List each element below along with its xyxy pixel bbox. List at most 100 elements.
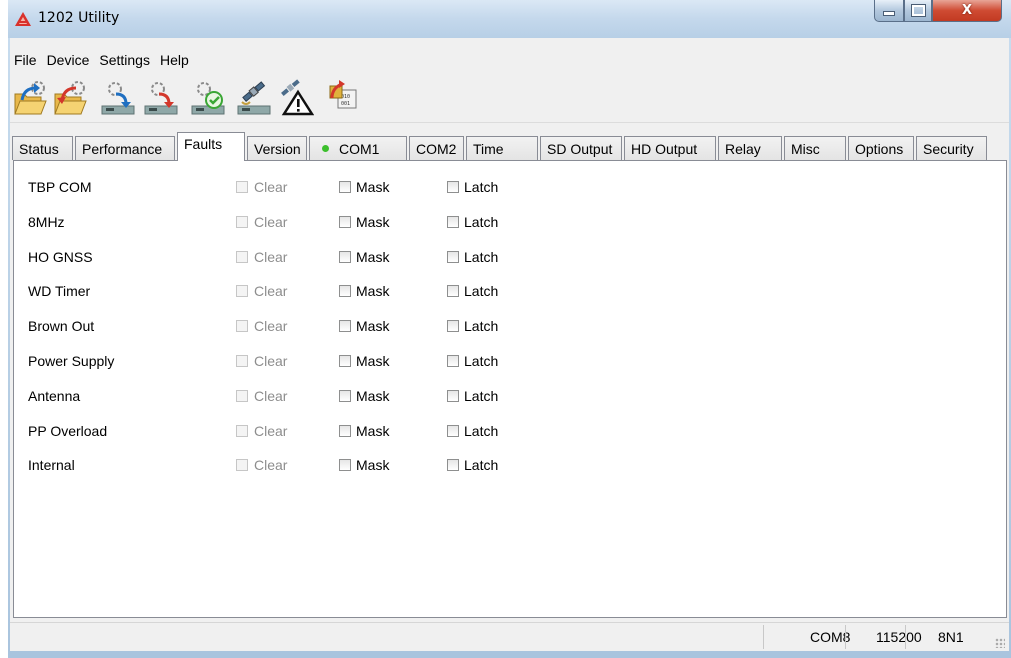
- window-title: 1202 Utility: [38, 10, 120, 26]
- tab-faults[interactable]: Faults: [177, 132, 245, 161]
- tab-version[interactable]: Version: [247, 136, 307, 160]
- clear-checkbox[interactable]: [236, 285, 248, 298]
- clear-checkbox[interactable]: [236, 181, 248, 193]
- tab-status[interactable]: Status: [12, 136, 73, 160]
- latch-checkbox[interactable]: [447, 285, 459, 298]
- fault-row: Internal Clear Mask Latch: [14, 455, 614, 475]
- fault-label: WD Timer: [28, 283, 91, 300]
- mask-label: Mask: [356, 387, 390, 404]
- minimize-icon: [883, 11, 895, 16]
- close-button[interactable]: X: [932, 0, 1002, 22]
- latch-label: Latch: [464, 248, 499, 265]
- tab-security[interactable]: Security: [916, 136, 987, 160]
- tab-hd-output[interactable]: HD Output: [624, 136, 716, 160]
- fault-row: 8MHz Clear Mask Latch: [14, 212, 614, 232]
- tab-options[interactable]: Options: [848, 136, 914, 160]
- mask-label: Mask: [356, 318, 390, 335]
- latch-checkbox[interactable]: [447, 181, 459, 193]
- save-config-icon[interactable]: [52, 78, 88, 116]
- clear-label: Clear: [254, 387, 288, 404]
- fault-label: Internal: [28, 457, 75, 474]
- latch-checkbox[interactable]: [447, 389, 459, 402]
- fault-label: Antenna: [28, 387, 81, 404]
- mask-checkbox[interactable]: [339, 285, 351, 298]
- status-baud-segment: 115200: [845, 625, 922, 649]
- fault-label: HO GNSS: [28, 248, 93, 265]
- clear-checkbox[interactable]: [236, 250, 248, 263]
- tab-time[interactable]: Time: [466, 136, 538, 160]
- mask-checkbox[interactable]: [339, 459, 351, 472]
- mask-checkbox[interactable]: [339, 355, 351, 367]
- latch-checkbox[interactable]: [447, 320, 459, 333]
- menu-settings[interactable]: Settings: [94, 50, 155, 70]
- tab-sd-output[interactable]: SD Output: [540, 136, 622, 160]
- latch-checkbox[interactable]: [447, 215, 459, 228]
- clear-checkbox[interactable]: [236, 459, 248, 472]
- clear-checkbox[interactable]: [236, 215, 248, 228]
- firmware-update-icon[interactable]: 010 001: [326, 78, 362, 116]
- menu-file[interactable]: File: [10, 50, 42, 70]
- close-icon: X: [961, 3, 973, 18]
- fault-label: PP Overload: [28, 422, 108, 439]
- clear-checkbox[interactable]: [236, 389, 248, 402]
- application-window: 1202 Utility X File Device Settings Help: [8, 0, 1011, 658]
- mask-label: Mask: [356, 353, 390, 369]
- faults-panel: TBP COM Clear Mask Latch 8MHz Clear Mask Latch H…: [13, 160, 1007, 618]
- latch-checkbox[interactable]: [447, 250, 459, 263]
- clear-label: Clear: [254, 422, 288, 439]
- app-logo-icon: [15, 12, 31, 26]
- minimize-button[interactable]: [874, 0, 904, 22]
- fault-label: TBP COM: [28, 179, 92, 195]
- tab-com1[interactable]: COM1: [309, 136, 407, 160]
- resize-grip[interactable]: [995, 638, 1005, 648]
- mask-label: Mask: [356, 422, 390, 439]
- tab-relay[interactable]: Relay: [718, 136, 782, 160]
- title-bar[interactable]: 1202 Utility X: [8, 0, 1011, 38]
- mask-checkbox[interactable]: [339, 250, 351, 263]
- clear-label: Clear: [254, 283, 288, 300]
- clear-checkbox[interactable]: [236, 424, 248, 437]
- latch-checkbox[interactable]: [447, 355, 459, 367]
- clear-checkbox[interactable]: [236, 320, 248, 333]
- mask-checkbox[interactable]: [339, 424, 351, 437]
- menu-help[interactable]: Help: [155, 50, 194, 70]
- maximize-button[interactable]: [904, 0, 932, 22]
- tab-performance[interactable]: Performance: [75, 136, 175, 160]
- read-device-icon[interactable]: [100, 78, 136, 116]
- fault-row: Antenna Clear Mask Latch: [14, 386, 614, 406]
- latch-label: Latch: [464, 318, 499, 335]
- maximize-icon: [910, 4, 926, 17]
- fault-row: HO GNSS Clear Mask Latch: [14, 247, 614, 267]
- tab-misc[interactable]: Misc: [784, 136, 846, 160]
- clear-checkbox[interactable]: [236, 355, 248, 367]
- gnss-warning-icon[interactable]: [278, 78, 315, 116]
- write-device-icon[interactable]: [143, 78, 179, 116]
- latch-label: Latch: [464, 387, 499, 404]
- mask-checkbox[interactable]: [339, 389, 351, 402]
- toolbar: 010 001: [10, 74, 1009, 123]
- clear-label: Clear: [254, 179, 288, 195]
- com1-status-indicator: [322, 145, 329, 152]
- clear-label: Clear: [254, 248, 288, 265]
- clear-label: Clear: [254, 353, 288, 369]
- mask-checkbox[interactable]: [339, 215, 351, 228]
- status-format-segment: 8N1: [905, 625, 996, 649]
- clear-label: Clear: [254, 457, 288, 474]
- mask-checkbox[interactable]: [339, 320, 351, 333]
- menu-device[interactable]: Device: [42, 50, 95, 70]
- gnss-satellite-icon[interactable]: [236, 78, 272, 116]
- clear-label: Clear: [254, 318, 288, 335]
- verify-device-icon[interactable]: [190, 78, 226, 116]
- open-config-icon[interactable]: [12, 78, 48, 116]
- latch-label: Latch: [464, 283, 499, 300]
- latch-checkbox[interactable]: [447, 459, 459, 472]
- mask-label: Mask: [356, 283, 390, 300]
- tab-com2[interactable]: COM2: [409, 136, 464, 160]
- mask-label: Mask: [356, 179, 390, 195]
- mask-label: Mask: [356, 248, 390, 265]
- svg-text:001: 001: [341, 101, 350, 107]
- mask-checkbox[interactable]: [339, 181, 351, 193]
- latch-label: Latch: [464, 422, 499, 439]
- fault-label: Brown Out: [28, 318, 95, 335]
- latch-checkbox[interactable]: [447, 424, 459, 437]
